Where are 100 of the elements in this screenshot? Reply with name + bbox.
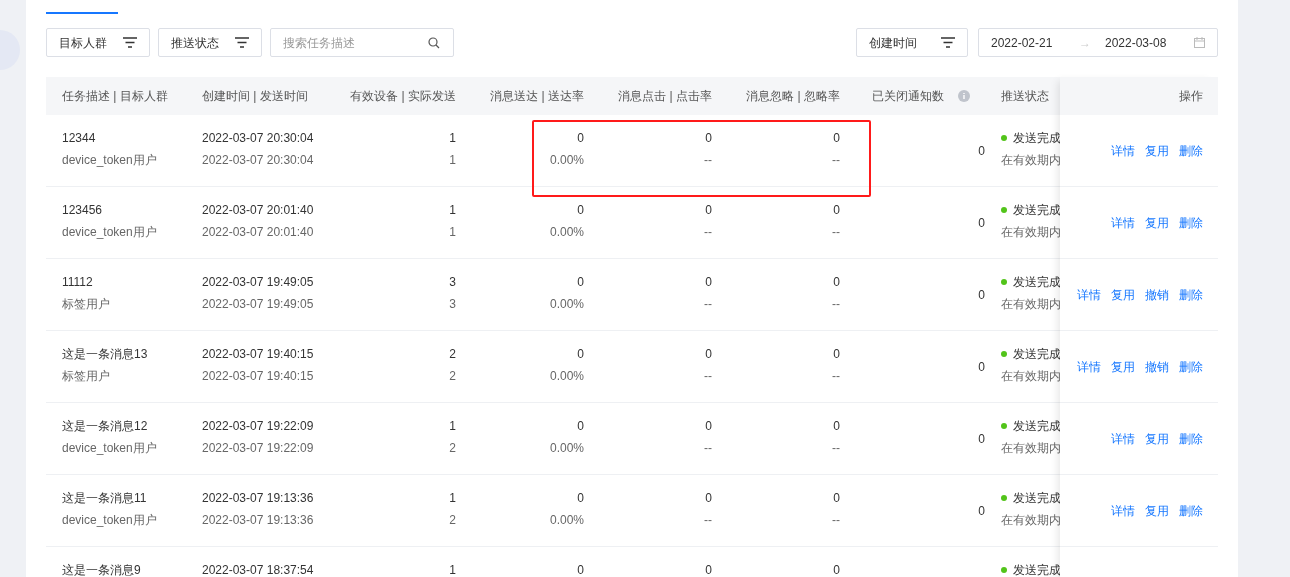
action-link[interactable]: 复用 bbox=[1145, 501, 1169, 520]
table-cell-text: 0.00% bbox=[549, 512, 584, 529]
table-cell-text: -- bbox=[832, 368, 840, 385]
date-range-field[interactable]: 2022-02-21 → 2022-03-08 bbox=[978, 28, 1218, 57]
column-header: 有效设备 | 实际发送 bbox=[350, 88, 456, 105]
table-cell-text: 2022-03-07 20:01:40 bbox=[202, 224, 314, 241]
table-cell-text: 0.00% bbox=[549, 368, 584, 385]
table-cell-text: 2 bbox=[449, 440, 456, 457]
table-cell-text: 0 bbox=[978, 358, 985, 376]
table-cell-text: 0 bbox=[705, 418, 712, 435]
table-cell-text: 2022-03-07 19:40:15 bbox=[202, 368, 314, 385]
table-cell-text: -- bbox=[704, 368, 712, 385]
table-cell-text: 2022-03-07 19:13:36 bbox=[202, 512, 314, 529]
column-header: 任务描述 | 目标人群 bbox=[62, 88, 168, 105]
table-cell-text: 0 bbox=[705, 202, 712, 219]
action-link[interactable]: 删除 bbox=[1179, 213, 1203, 232]
table-cell-text: -- bbox=[704, 224, 712, 241]
action-link[interactable]: 删除 bbox=[1179, 141, 1203, 160]
table-cell-text: 2022-03-07 20:30:04 bbox=[202, 130, 314, 147]
table-cell-text: 0 bbox=[833, 346, 840, 363]
action-link[interactable]: 复用 bbox=[1145, 141, 1169, 160]
table-cell-text: 1 bbox=[449, 418, 456, 435]
column-header: 操作 bbox=[1179, 88, 1203, 105]
tab-indicator bbox=[46, 12, 118, 14]
table-cell-text: 11112 bbox=[62, 274, 93, 291]
table-cell-text: -- bbox=[832, 296, 840, 313]
action-link[interactable]: 删除 bbox=[1179, 429, 1203, 448]
table-cell-text: 1 bbox=[449, 130, 456, 147]
table-cell-text: 这是一条消息13 bbox=[62, 346, 148, 363]
action-link[interactable]: 详情 bbox=[1077, 357, 1101, 376]
action-link[interactable]: 删除 bbox=[1179, 357, 1203, 376]
action-link[interactable]: 详情 bbox=[1077, 285, 1101, 304]
table-cell-text: 0 bbox=[705, 346, 712, 363]
action-link[interactable]: 复用 bbox=[1145, 213, 1169, 232]
table-cell-text: -- bbox=[704, 152, 712, 169]
table-cell-text: -- bbox=[832, 440, 840, 457]
table-cell-text: 0.00% bbox=[549, 296, 584, 313]
filter-icon bbox=[941, 37, 955, 48]
action-link[interactable]: 复用 bbox=[1111, 357, 1135, 376]
table-cell-text: 0 bbox=[833, 202, 840, 219]
search-field[interactable]: 搜索任务描述 bbox=[270, 28, 454, 57]
table-cell-text: 0 bbox=[577, 274, 584, 291]
table-cell-text: 0.00% bbox=[549, 224, 584, 241]
end-date: 2022-03-08 bbox=[1105, 34, 1167, 52]
table-cell-text: 0.00% bbox=[549, 152, 584, 169]
table-cell-text: 2022-03-07 19:22:09 bbox=[202, 418, 314, 435]
table-cell-text: 这是一条消息12 bbox=[62, 418, 148, 435]
action-link[interactable]: 详情 bbox=[1111, 213, 1135, 232]
table-cell-text: 0 bbox=[577, 346, 584, 363]
calendar-icon bbox=[1194, 37, 1205, 48]
table-cell-text: 12344 bbox=[62, 130, 96, 147]
action-link[interactable]: 详情 bbox=[1111, 141, 1135, 160]
table-cell-text: 标签用户 bbox=[62, 368, 110, 385]
search-icon bbox=[428, 37, 440, 49]
table-cell-text: -- bbox=[832, 512, 840, 529]
range-arrow: → bbox=[1079, 34, 1092, 52]
table-cell-text: 2022-03-07 20:01:40 bbox=[202, 202, 314, 219]
status-text: 发送完成 bbox=[1013, 418, 1060, 435]
table-cell-text: 1 bbox=[449, 202, 456, 219]
action-link[interactable]: 复用 bbox=[1111, 285, 1135, 304]
table-cell-text: 0 bbox=[705, 562, 712, 577]
table-cell-text: 这是一条消息11 bbox=[62, 490, 147, 507]
column-header: 消息点击 | 点击率 bbox=[618, 88, 712, 105]
table-cell-text: -- bbox=[704, 512, 712, 529]
status-note: 在有效期内 bbox=[1001, 152, 1060, 169]
time-filter-dropdown[interactable]: 创建时间 bbox=[856, 28, 968, 57]
table-cell-text: 0 bbox=[577, 418, 584, 435]
table-cell-text: 0 bbox=[705, 274, 712, 291]
table-cell-text: 0 bbox=[833, 274, 840, 291]
status-text: 发送完成 bbox=[1013, 490, 1060, 507]
table-cell-text: 0 bbox=[577, 202, 584, 219]
table-cell-text: 2022-03-07 19:40:15 bbox=[202, 346, 314, 363]
action-link[interactable]: 撤销 bbox=[1145, 357, 1169, 376]
table-cell-text: 2022-03-07 19:13:36 bbox=[202, 490, 314, 507]
column-header: 推送状态 bbox=[1001, 88, 1049, 105]
table-cell-text: 这是一条消息9 bbox=[62, 562, 141, 577]
action-link[interactable]: 详情 bbox=[1111, 429, 1135, 448]
filter-icon bbox=[123, 37, 137, 48]
status-note: 在有效期内 bbox=[1001, 512, 1060, 529]
table-cell-text: 0 bbox=[833, 490, 840, 507]
action-link[interactable]: 撤销 bbox=[1145, 285, 1169, 304]
status-text: 发送完成 bbox=[1013, 562, 1060, 577]
table-cell-text: 标签用户 bbox=[62, 296, 110, 313]
filter-dropdown[interactable]: 目标人群 bbox=[46, 28, 150, 57]
table-cell-text: 0 bbox=[833, 418, 840, 435]
table-cell-text: 0 bbox=[833, 130, 840, 147]
table-cell-text: 0 bbox=[833, 562, 840, 577]
status-text: 发送完成 bbox=[1013, 346, 1060, 363]
action-link[interactable]: 删除 bbox=[1179, 501, 1203, 520]
table-cell-text: 2022-03-07 19:22:09 bbox=[202, 440, 314, 457]
filter-dropdown[interactable]: 推送状态 bbox=[158, 28, 262, 57]
table-cell-text: 2 bbox=[449, 512, 456, 529]
action-link[interactable]: 复用 bbox=[1145, 429, 1169, 448]
table-cell-text: 2 bbox=[449, 346, 456, 363]
status-text: 发送完成 bbox=[1013, 274, 1060, 291]
action-link[interactable]: 删除 bbox=[1179, 285, 1203, 304]
table-cell-text: 3 bbox=[449, 296, 456, 313]
table-cell-text: 0 bbox=[978, 214, 985, 232]
action-link[interactable]: 详情 bbox=[1111, 501, 1135, 520]
status-note: 在有效期内 bbox=[1001, 440, 1060, 457]
